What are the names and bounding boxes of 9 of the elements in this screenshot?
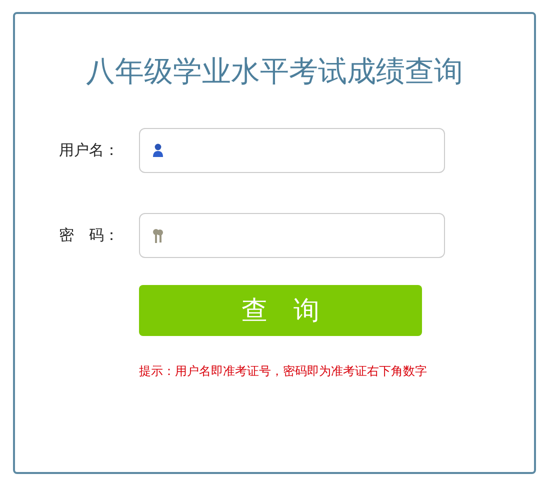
field-label: 密 码： — [58, 226, 120, 245]
password-field[interactable] — [139, 213, 445, 258]
keys-icon — [152, 228, 164, 244]
hint-text: 提示：用户名即准考证号，密码即为准考证右下角数字 — [139, 363, 428, 380]
page-title: 八年级学业水平考试成绩查询 — [85, 53, 464, 90]
field-label: 用户名： — [58, 141, 120, 160]
user-icon — [152, 143, 164, 158]
username-field[interactable] — [139, 128, 445, 173]
query-button[interactable]: 查 询 — [139, 285, 422, 336]
